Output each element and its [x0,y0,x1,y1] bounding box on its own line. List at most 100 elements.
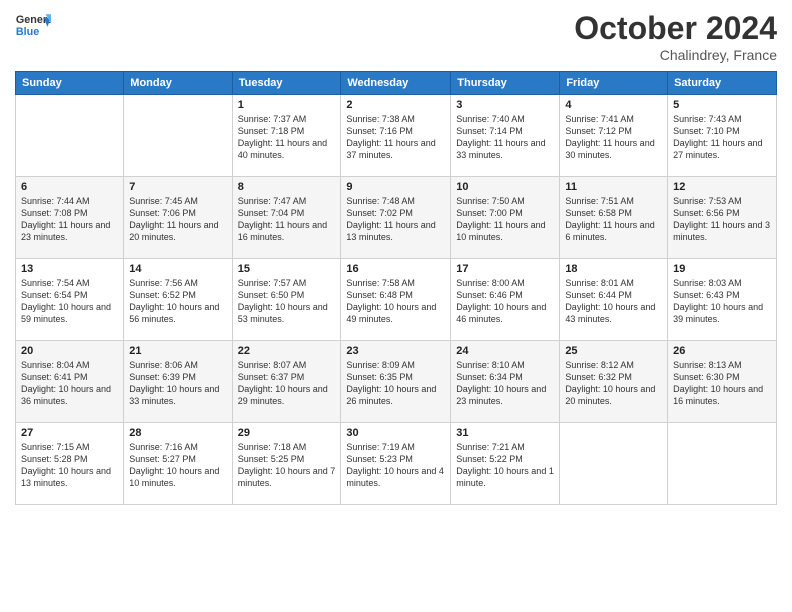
calendar-cell: 19 Sunrise: 8:03 AMSunset: 6:43 PMDayligh… [668,259,777,341]
logo: General Blue [15,10,51,40]
day-info: Sunrise: 7:47 AMSunset: 7:04 PMDaylight:… [238,195,336,244]
day-number: 4 [565,99,662,111]
calendar-cell: 29Sunrise: 7:18 AMSunset: 5:25 PMDayligh… [232,423,341,505]
week-row-3: 13 Sunrise: 7:54 AMSunset: 6:54 PMDayligh… [16,259,777,341]
day-number: 8 [238,181,336,193]
day-number: 5 [673,99,771,111]
day-info: Sunrise: 7:21 AMSunset: 5:22 PMDaylight:… [456,441,554,490]
day-info: Sunrise: 8:09 AMSunset: 6:35 PMDaylight:… [346,359,445,408]
day-info: Sunrise: 7:44 AMSunset: 7:08 PMDaylight:… [21,195,118,244]
calendar-table: SundayMondayTuesdayWednesdayThursdayFrid… [15,71,777,505]
calendar-cell [124,95,232,177]
day-info: Sunrise: 8:00 AMSunset: 6:46 PMDaylight:… [456,277,554,326]
calendar-cell: 25Sunrise: 8:12 AMSunset: 6:32 PMDayligh… [560,341,668,423]
day-info: Sunrise: 7:56 AMSunset: 6:52 PMDaylight:… [129,277,226,326]
day-number: 11 [565,181,662,193]
day-info: Sunrise: 8:10 AMSunset: 6:34 PMDaylight:… [456,359,554,408]
calendar-cell: 3 Sunrise: 7:40 AMSunset: 7:14 PMDaylight… [451,95,560,177]
calendar-cell: 7 Sunrise: 7:45 AMSunset: 7:06 PMDaylight… [124,177,232,259]
calendar-cell: 8 Sunrise: 7:47 AMSunset: 7:04 PMDaylight… [232,177,341,259]
calendar-cell: 21 Sunrise: 8:06 AMSunset: 6:39 PMDayligh… [124,341,232,423]
day-info: Sunrise: 8:13 AMSunset: 6:30 PMDaylight:… [673,359,771,408]
day-info: Sunrise: 7:50 AMSunset: 7:00 PMDaylight:… [456,195,554,244]
day-info: Sunrise: 7:37 AMSunset: 7:18 PMDaylight:… [238,113,336,162]
day-number: 6 [21,181,118,193]
day-number: 10 [456,181,554,193]
calendar-cell: 4 Sunrise: 7:41 AMSunset: 7:12 PMDaylight… [560,95,668,177]
day-number: 1 [238,99,336,111]
day-number: 27 [21,427,118,439]
day-info: Sunrise: 7:48 AMSunset: 7:02 PMDaylight:… [346,195,445,244]
day-info: Sunrise: 7:19 AMSunset: 5:23 PMDaylight:… [346,441,445,490]
calendar-cell: 9 Sunrise: 7:48 AMSunset: 7:02 PMDaylight… [341,177,451,259]
col-header-sunday: Sunday [16,72,124,95]
calendar-cell: 6 Sunrise: 7:44 AMSunset: 7:08 PMDaylight… [16,177,124,259]
calendar-cell: 12Sunrise: 7:53 AMSunset: 6:56 PMDayligh… [668,177,777,259]
calendar-cell: 17Sunrise: 8:00 AMSunset: 6:46 PMDayligh… [451,259,560,341]
location: Chalindrey, France [574,47,777,63]
calendar-cell: 18 Sunrise: 8:01 AMSunset: 6:44 PMDayligh… [560,259,668,341]
calendar-cell: 27 Sunrise: 7:15 AMSunset: 5:28 PMDayligh… [16,423,124,505]
col-header-tuesday: Tuesday [232,72,341,95]
col-header-monday: Monday [124,72,232,95]
calendar-cell: 22Sunrise: 8:07 AMSunset: 6:37 PMDayligh… [232,341,341,423]
calendar-cell: 26Sunrise: 8:13 AMSunset: 6:30 PMDayligh… [668,341,777,423]
week-row-2: 6 Sunrise: 7:44 AMSunset: 7:08 PMDaylight… [16,177,777,259]
calendar-cell: 14Sunrise: 7:56 AMSunset: 6:52 PMDayligh… [124,259,232,341]
day-number: 24 [456,345,554,357]
calendar-cell: 20 Sunrise: 8:04 AMSunset: 6:41 PMDayligh… [16,341,124,423]
week-row-1: 1 Sunrise: 7:37 AMSunset: 7:18 PMDaylight… [16,95,777,177]
day-number: 9 [346,181,445,193]
day-number: 18 [565,263,662,275]
day-number: 7 [129,181,226,193]
day-info: Sunrise: 7:54 AMSunset: 6:54 PMDaylight:… [21,277,118,326]
day-info: Sunrise: 8:04 AMSunset: 6:41 PMDaylight:… [21,359,118,408]
calendar-cell: 1 Sunrise: 7:37 AMSunset: 7:18 PMDaylight… [232,95,341,177]
day-number: 15 [238,263,336,275]
calendar-cell: 28Sunrise: 7:16 AMSunset: 5:27 PMDayligh… [124,423,232,505]
calendar-cell: 11 Sunrise: 7:51 AMSunset: 6:58 PMDayligh… [560,177,668,259]
day-info: Sunrise: 8:03 AMSunset: 6:43 PMDaylight:… [673,277,771,326]
day-number: 21 [129,345,226,357]
svg-text:Blue: Blue [16,26,39,38]
day-number: 22 [238,345,336,357]
week-row-4: 20 Sunrise: 8:04 AMSunset: 6:41 PMDayligh… [16,341,777,423]
month-title: October 2024 [574,10,777,47]
day-info: Sunrise: 8:01 AMSunset: 6:44 PMDaylight:… [565,277,662,326]
day-number: 30 [346,427,445,439]
day-number: 28 [129,427,226,439]
calendar-cell: 15Sunrise: 7:57 AMSunset: 6:50 PMDayligh… [232,259,341,341]
col-header-thursday: Thursday [451,72,560,95]
day-number: 19 [673,263,771,275]
calendar-cell: 13 Sunrise: 7:54 AMSunset: 6:54 PMDayligh… [16,259,124,341]
day-info: Sunrise: 7:40 AMSunset: 7:14 PMDaylight:… [456,113,554,162]
day-number: 20 [21,345,118,357]
day-info: Sunrise: 7:41 AMSunset: 7:12 PMDaylight:… [565,113,662,162]
calendar-cell: 5Sunrise: 7:43 AMSunset: 7:10 PMDaylight… [668,95,777,177]
calendar-cell: 10 Sunrise: 7:50 AMSunset: 7:00 PMDayligh… [451,177,560,259]
day-number: 29 [238,427,336,439]
header: General Blue October 2024 Chalindrey, Fr… [15,10,777,63]
day-info: Sunrise: 7:45 AMSunset: 7:06 PMDaylight:… [129,195,226,244]
day-number: 31 [456,427,554,439]
calendar-header-row: SundayMondayTuesdayWednesdayThursdayFrid… [16,72,777,95]
day-number: 23 [346,345,445,357]
generalblue-logo-icon: General Blue [15,10,51,40]
day-info: Sunrise: 8:06 AMSunset: 6:39 PMDaylight:… [129,359,226,408]
calendar-cell [668,423,777,505]
day-number: 13 [21,263,118,275]
day-number: 3 [456,99,554,111]
day-number: 12 [673,181,771,193]
day-number: 16 [346,263,445,275]
calendar-cell: 23 Sunrise: 8:09 AMSunset: 6:35 PMDayligh… [341,341,451,423]
day-info: Sunrise: 7:15 AMSunset: 5:28 PMDaylight:… [21,441,118,490]
day-info: Sunrise: 7:38 AMSunset: 7:16 PMDaylight:… [346,113,445,162]
calendar-cell [16,95,124,177]
day-number: 2 [346,99,445,111]
calendar-cell: 31 Sunrise: 7:21 AMSunset: 5:22 PMDayligh… [451,423,560,505]
calendar-cell: 16Sunrise: 7:58 AMSunset: 6:48 PMDayligh… [341,259,451,341]
day-info: Sunrise: 7:51 AMSunset: 6:58 PMDaylight:… [565,195,662,244]
col-header-saturday: Saturday [668,72,777,95]
calendar-cell: 2 Sunrise: 7:38 AMSunset: 7:16 PMDaylight… [341,95,451,177]
calendar-cell [560,423,668,505]
